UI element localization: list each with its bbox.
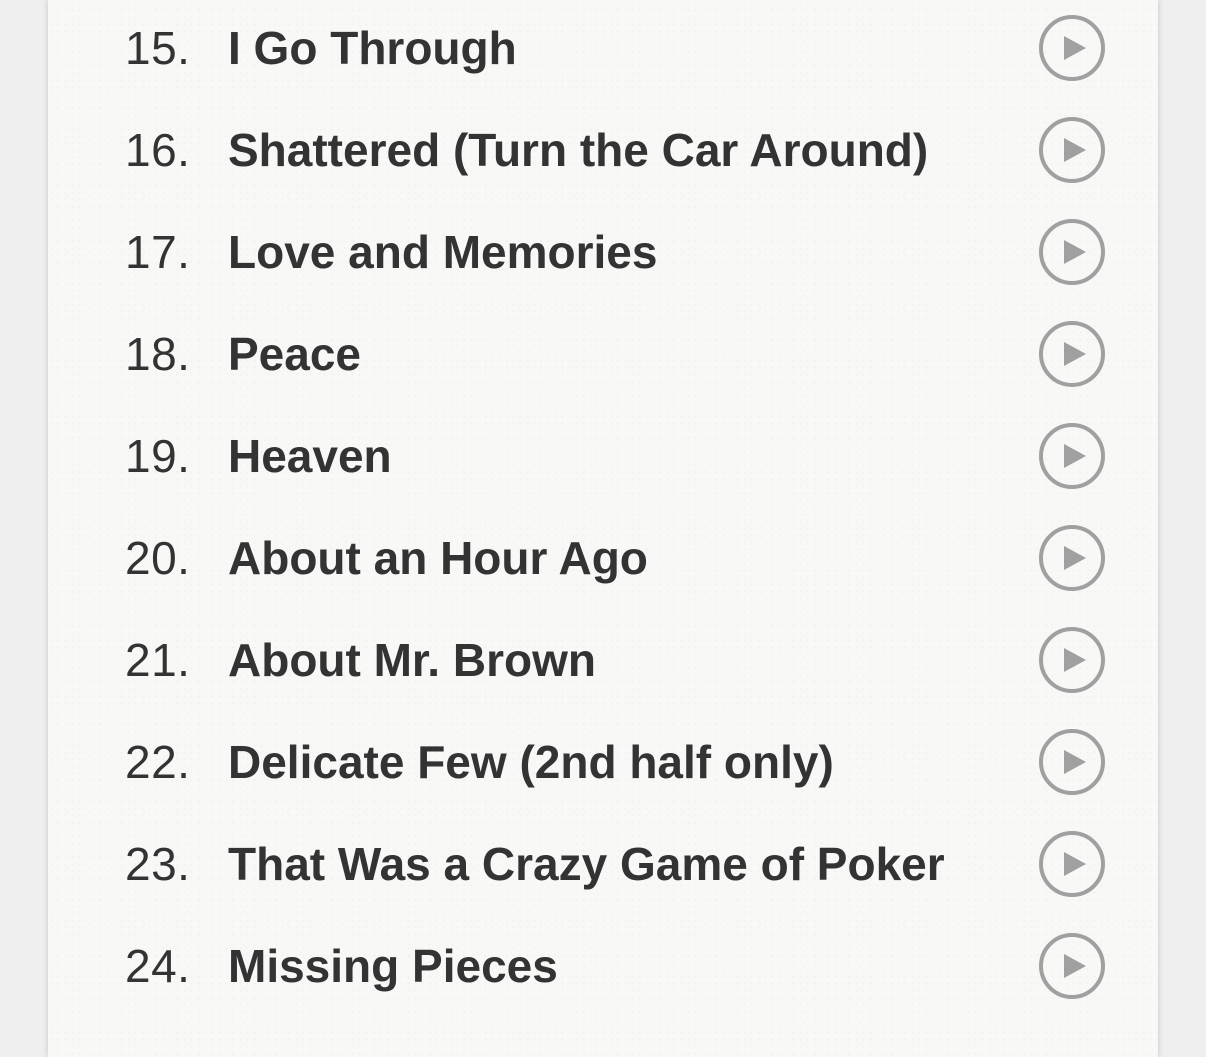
play-icon [1063, 138, 1086, 162]
play-icon [1063, 954, 1086, 978]
play-icon [1063, 750, 1086, 774]
play-button[interactable] [1039, 729, 1105, 795]
track-title: Delicate Few (2nd half only) [228, 736, 834, 788]
track-title: Heaven [228, 430, 392, 482]
track-number: 17. [125, 226, 191, 278]
play-button[interactable] [1039, 15, 1105, 81]
play-button[interactable] [1039, 423, 1105, 489]
track-title: Shattered (Turn the Car Around) [228, 124, 929, 176]
track-number: 22. [125, 736, 191, 788]
track-number: 20. [125, 532, 191, 584]
track-row: 24. Missing Pieces [48, 915, 1158, 1017]
play-icon [1063, 36, 1086, 60]
track-number: 18. [125, 328, 191, 380]
track-title: I Go Through [228, 22, 517, 74]
track-title: That Was a Crazy Game of Poker [228, 838, 945, 890]
track-list: 15. I Go Through 16. Shattered (Turn the… [48, 0, 1158, 1017]
track-title: Love and Memories [228, 226, 658, 278]
track-number: 16. [125, 124, 191, 176]
play-button[interactable] [1039, 831, 1105, 897]
track-row: 19. Heaven [48, 405, 1158, 507]
play-icon [1063, 546, 1086, 570]
track-row: 22. Delicate Few (2nd half only) [48, 711, 1158, 813]
track-number: 19. [125, 430, 191, 482]
track-row: 15. I Go Through [48, 0, 1158, 99]
track-title: Missing Pieces [228, 940, 558, 992]
track-title: Peace [228, 328, 362, 380]
play-button[interactable] [1039, 321, 1105, 387]
track-row: 20. About an Hour Ago [48, 507, 1158, 609]
tracklist-card: 15. I Go Through 16. Shattered (Turn the… [48, 0, 1158, 1057]
play-icon [1063, 444, 1086, 468]
play-button[interactable] [1039, 933, 1105, 999]
play-icon [1063, 342, 1086, 366]
play-button[interactable] [1039, 117, 1105, 183]
play-icon [1063, 240, 1086, 264]
track-number: 23. [125, 838, 191, 890]
track-row: 16. Shattered (Turn the Car Around) [48, 99, 1158, 201]
track-number: 15. [125, 22, 191, 74]
play-button[interactable] [1039, 525, 1105, 591]
play-icon [1063, 648, 1086, 672]
track-title: About Mr. Brown [228, 634, 596, 686]
track-row: 23. That Was a Crazy Game of Poker [48, 813, 1158, 915]
track-number: 24. [125, 940, 191, 992]
track-row: 21. About Mr. Brown [48, 609, 1158, 711]
play-icon [1063, 852, 1086, 876]
track-number: 21. [125, 634, 191, 686]
track-title: About an Hour Ago [228, 532, 648, 584]
play-button[interactable] [1039, 219, 1105, 285]
play-button[interactable] [1039, 627, 1105, 693]
track-row: 17. Love and Memories [48, 201, 1158, 303]
track-row: 18. Peace [48, 303, 1158, 405]
